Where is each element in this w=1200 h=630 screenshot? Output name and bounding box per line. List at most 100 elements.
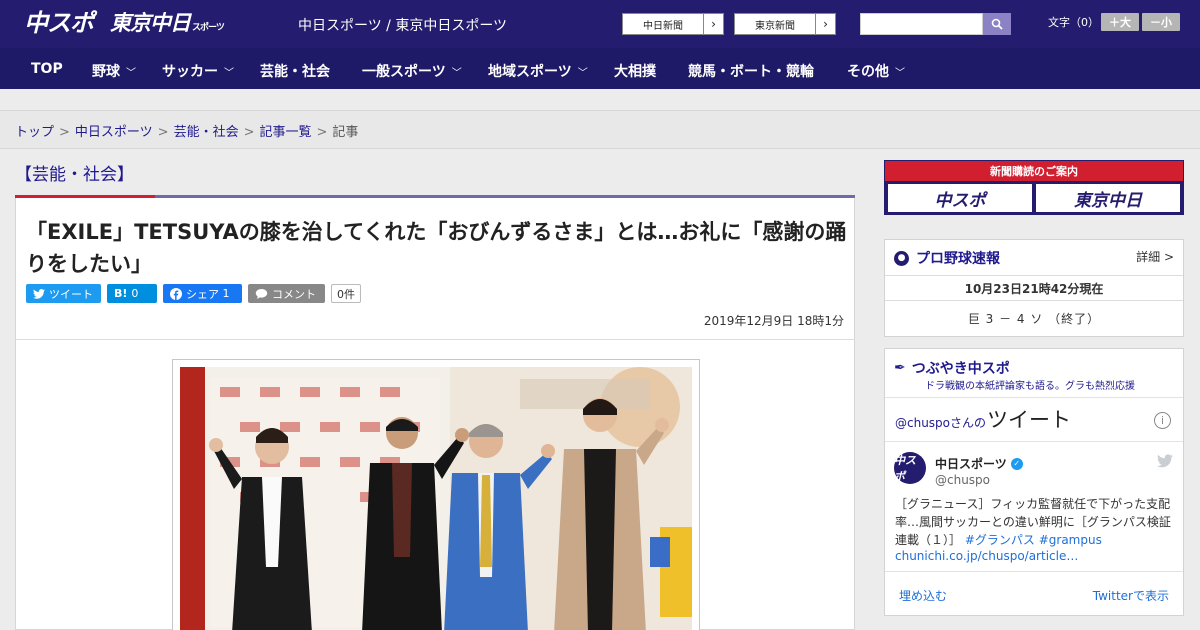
breadcrumb-sep: >: [157, 125, 169, 140]
nav-local-sports[interactable]: 地域スポーツ ﹀: [488, 61, 588, 81]
view-on-twitter-link[interactable]: Twitterで表示: [1093, 587, 1169, 604]
tweet-timeline-header: @chuspoさんのツイート: [895, 404, 1071, 434]
tweets-box: ✒ つぶやき中スポ ドラ戦観の本紙評論家も語る。グラも熱烈応援 @chuspoさ…: [884, 348, 1184, 616]
nav-label: TOP: [31, 61, 63, 77]
nav-label: 大相撲: [614, 64, 656, 80]
chevron-down-icon: ﹀: [895, 67, 905, 79]
verified-badge-icon: ✓: [1010, 457, 1023, 470]
nav-label: 競馬・ボート・競輪: [688, 64, 814, 80]
divider: [885, 397, 1183, 398]
nav-general-sports[interactable]: 一般スポーツ ﹀: [362, 61, 462, 81]
article-headline: 「EXILE」TETSUYAの膝を治してくれた「おびんずるさま」とは…お礼に「感…: [26, 220, 847, 276]
article-card: 「EXILE」TETSUYAの膝を治してくれた「おびんずるさま」とは…お礼に「感…: [15, 198, 855, 630]
comment-button[interactable]: コメント: [248, 284, 325, 303]
comment-count[interactable]: 0件: [331, 284, 361, 303]
subscription-ad[interactable]: 新聞購読のご案内 中スポ 東京中日: [884, 160, 1184, 215]
search-input[interactable]: [860, 13, 983, 35]
nav-entertainment[interactable]: 芸能・社会: [260, 61, 330, 81]
tokyo-shimbun-button[interactable]: 東京新聞 ›: [734, 13, 836, 35]
main-nav: TOP 野球 ﹀ サッカー ﹀ 芸能・社会 一般スポーツ ﹀ 地域スポーツ ﹀ 大相撲 …: [0, 48, 1200, 89]
breadcrumb-sep: >: [316, 125, 328, 140]
nav-soccer[interactable]: サッカー ﹀: [162, 61, 234, 81]
embed-link[interactable]: 埋め込む: [899, 587, 947, 604]
twitter-icon: [1157, 454, 1173, 468]
breadcrumb-current: 記事: [332, 125, 359, 140]
chuspo-logo[interactable]: 中スポ: [24, 8, 94, 38]
facebook-share-button[interactable]: シェア 1: [163, 284, 242, 303]
baseball-score[interactable]: 巨 3 － 4 ソ （終了）: [885, 310, 1183, 327]
tweet-label: ツイート: [49, 287, 93, 301]
divider: [885, 571, 1183, 572]
breadcrumb-article-list[interactable]: 記事一覧: [260, 125, 312, 140]
breadcrumb-sep: >: [243, 125, 255, 140]
twitter-bird-icon[interactable]: [1157, 453, 1173, 472]
tweets-title-row: ✒ つぶやき中スポ: [894, 358, 1010, 378]
nav-top[interactable]: TOP: [31, 61, 63, 77]
nav-label: 野球: [92, 64, 120, 80]
divider: [885, 300, 1183, 301]
tweet-link[interactable]: chunichi.co.jp/chuspo/article…: [895, 549, 1078, 563]
chevron-right-icon: ›: [703, 14, 723, 34]
twitter-icon: [33, 288, 45, 299]
spacer-band: [0, 89, 1200, 111]
comment-label: コメント: [272, 287, 316, 301]
font-bigger-button[interactable]: ＋大: [1101, 13, 1139, 31]
nav-keiba[interactable]: 競馬・ボート・競輪: [688, 61, 814, 81]
chevron-down-icon: ﹀: [126, 67, 136, 79]
info-icon[interactable]: i: [1154, 412, 1171, 429]
publish-date: 2019年12月9日 18時1分: [703, 314, 844, 328]
nav-label: その他: [847, 64, 889, 80]
tokyo-chunichi-logo[interactable]: 東京中日 スポーツ: [110, 8, 225, 38]
chevron-down-icon: ﹀: [451, 67, 462, 79]
hatena-button[interactable]: B! 0: [107, 284, 157, 303]
tweet-author-name: 中日スポーツ: [935, 457, 1007, 471]
breadcrumb-top[interactable]: トップ: [15, 125, 54, 140]
font-size-label: 文字（0）: [1048, 16, 1099, 29]
tweet-header-label: ツイート: [987, 408, 1072, 432]
article-photo-frame: [172, 359, 700, 630]
tweet-author[interactable]: 中日スポーツ ✓: [935, 455, 1023, 472]
chunichi-shimbun-label: 中日新聞: [643, 20, 683, 32]
chevron-down-icon: ﹀: [577, 67, 588, 79]
twitter-account-link[interactable]: @chuspo: [895, 416, 950, 430]
tokyo-shimbun-label: 東京新聞: [755, 20, 795, 32]
tweets-title: つぶやき中スポ: [911, 361, 1010, 377]
divider: [885, 275, 1183, 276]
subscription-ad-title: 新聞購読のご案内: [885, 161, 1183, 181]
breadcrumb-sep: >: [59, 125, 70, 140]
baseball-scores-box: ● プロ野球速報 詳細 > 10月23日21時42分現在 巨 3 － 4 ソ （…: [884, 239, 1184, 337]
nav-other[interactable]: その他 ﹀: [847, 61, 905, 81]
tweet-button[interactable]: ツイート: [26, 284, 101, 303]
facebook-icon: [170, 287, 182, 300]
tweet-handle[interactable]: @chuspo: [935, 473, 990, 487]
chevron-down-icon: ﹀: [224, 67, 234, 79]
speech-bubble-icon: [255, 288, 268, 299]
chevron-right-icon: ›: [815, 14, 835, 34]
tokyo-logo-text: 東京中日: [110, 11, 191, 35]
facebook-share-label: シェア: [186, 287, 219, 301]
baseball-detail-link[interactable]: 詳細 >: [1136, 248, 1174, 265]
section-label: 【芸能・社会】: [15, 165, 134, 185]
hatena-icon: B!: [114, 287, 128, 300]
article-divider: [16, 339, 854, 340]
avatar[interactable]: 中スポ: [894, 452, 926, 484]
font-smaller-button[interactable]: －小: [1142, 13, 1180, 31]
nav-sumo[interactable]: 大相撲: [614, 61, 656, 81]
breadcrumb-entertainment[interactable]: 芸能・社会: [174, 125, 239, 140]
nav-label: サッカー: [162, 64, 218, 80]
facebook-share-count: 1: [222, 287, 230, 300]
baseball-title: プロ野球速報: [916, 251, 1000, 267]
search-button[interactable]: [983, 13, 1011, 35]
breadcrumb-chunichi-sports[interactable]: 中日スポーツ: [75, 125, 153, 140]
chunichi-shimbun-button[interactable]: 中日新聞 ›: [622, 13, 724, 35]
account-suffix: さんの: [950, 416, 987, 430]
nav-baseball[interactable]: 野球 ﹀: [92, 61, 136, 81]
ad-tokyo-chunichi-logo[interactable]: 東京中日: [1036, 184, 1180, 212]
ad-chuspo-logo[interactable]: 中スポ: [888, 184, 1032, 212]
hatena-count: 0: [131, 287, 139, 300]
photo-illustration: [180, 367, 692, 630]
site-title[interactable]: 中日スポーツ / 東京中日スポーツ: [298, 15, 507, 35]
tweet-text: ［グラニュース］フィッカ監督就任で下がった支配率…風間サッカーとの違い鮮明に［グ…: [895, 495, 1175, 549]
tweet-hashtags[interactable]: #グランパス #grampus: [965, 533, 1102, 547]
article-photo[interactable]: [180, 367, 692, 630]
